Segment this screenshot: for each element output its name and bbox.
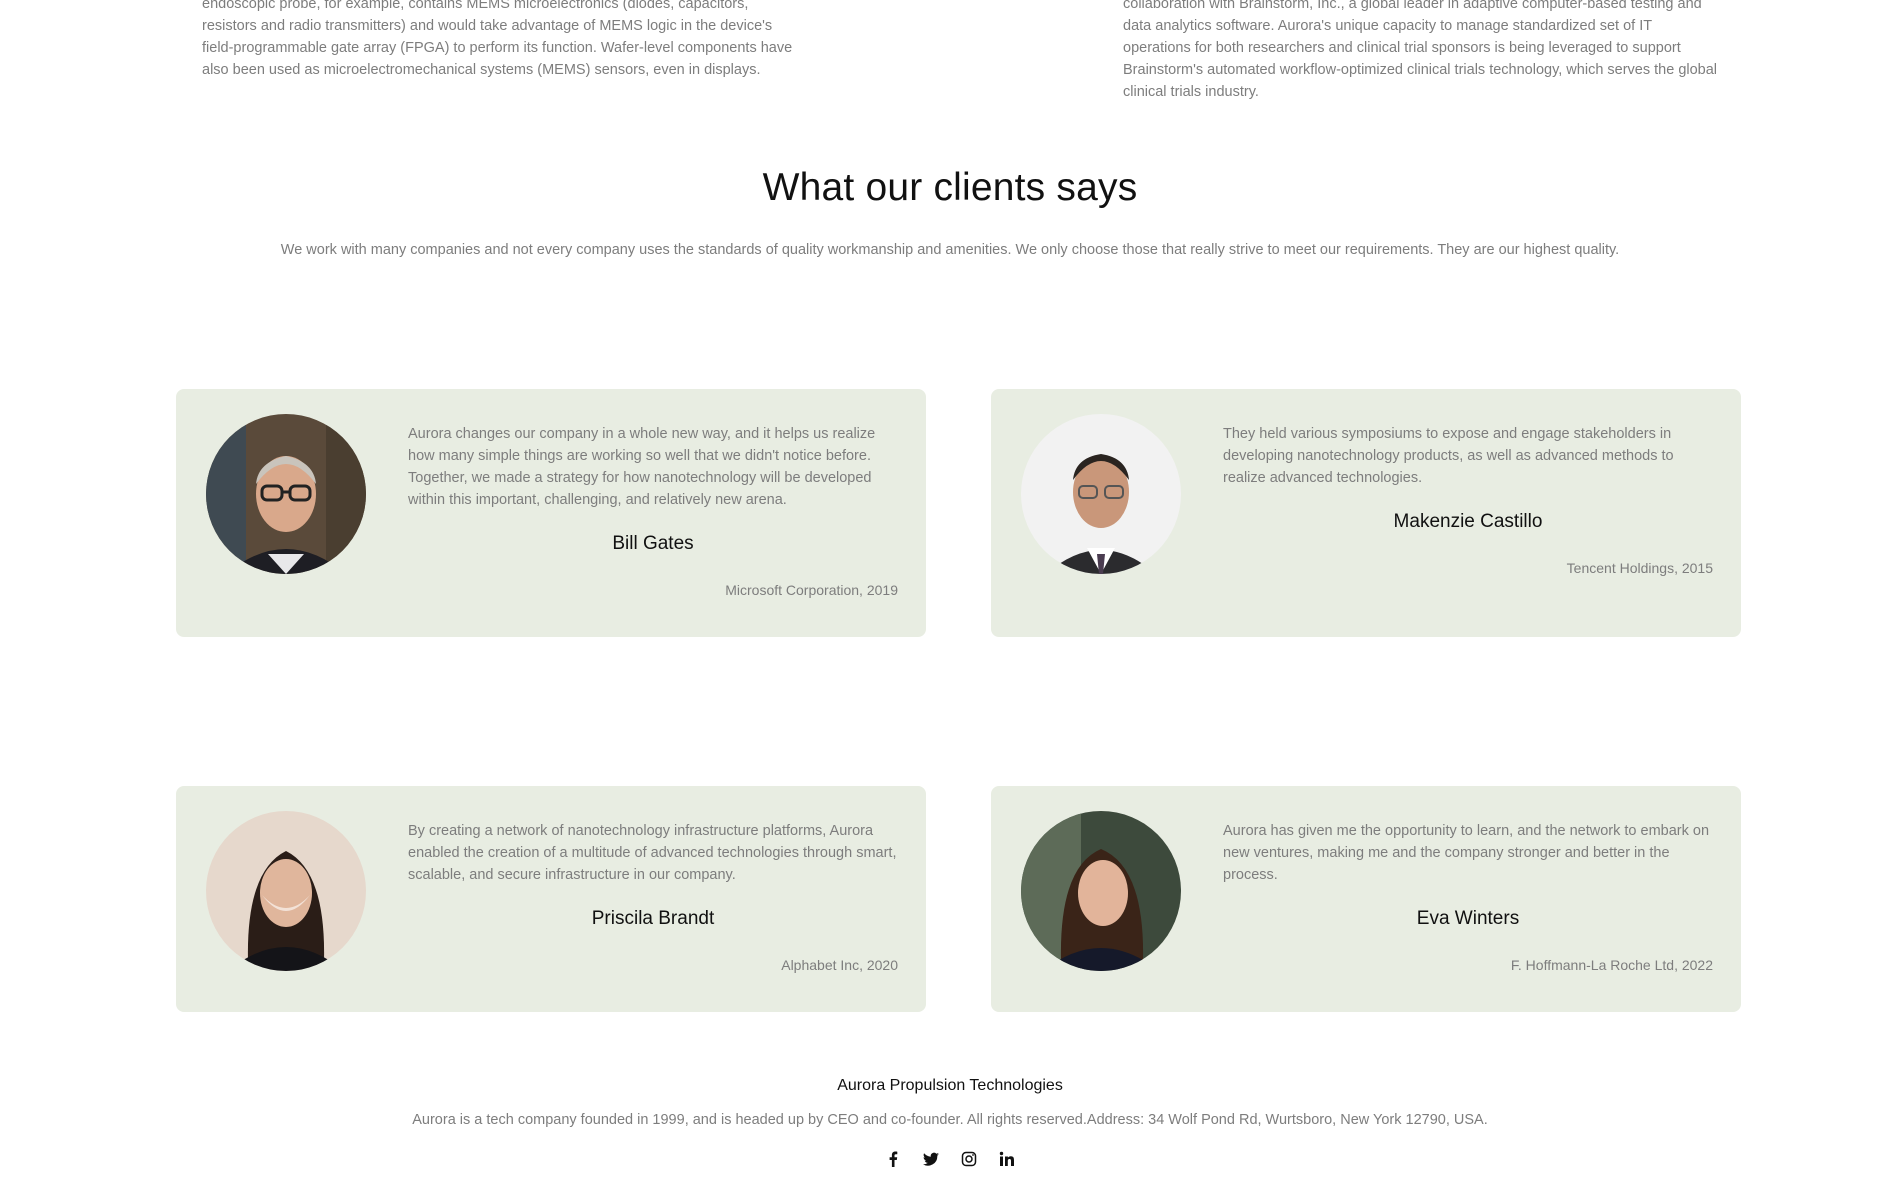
avatar bbox=[1021, 811, 1181, 971]
testimonial-company: Tencent Holdings, 2015 bbox=[1566, 560, 1713, 576]
testimonial-company: Microsoft Corporation, 2019 bbox=[725, 582, 898, 598]
testimonial-card: Aurora has given me the opportunity to l… bbox=[991, 786, 1741, 1012]
testimonials-intro: We work with many companies and not ever… bbox=[280, 242, 1620, 258]
instagram-icon[interactable] bbox=[959, 1149, 979, 1169]
testimonial-name: Eva Winters bbox=[1416, 908, 1520, 929]
testimonial-quote: Aurora has given me the opportunity to l… bbox=[1223, 823, 1710, 883]
linkedin-icon[interactable] bbox=[997, 1149, 1017, 1169]
article-excerpt-text: collaboration with Brainstorm, Inc., a g… bbox=[1123, 0, 1718, 100]
testimonial-name: Priscila Brandt bbox=[591, 908, 715, 929]
footer-company-name: Aurora Propulsion Technologies bbox=[837, 1077, 1063, 1094]
testimonial-name: Makenzie Castillo bbox=[1393, 511, 1543, 532]
article-excerpt-text: endoscopic probe, for example, contains … bbox=[202, 0, 793, 78]
facebook-icon[interactable] bbox=[883, 1149, 903, 1169]
testimonial-quote: They held various symposiums to expose a… bbox=[1223, 426, 1674, 486]
testimonials-heading: What our clients says bbox=[762, 166, 1138, 209]
testimonial-card: By creating a network of nanotechnology … bbox=[176, 786, 926, 1012]
testimonial-company: F. Hoffmann-La Roche Ltd, 2022 bbox=[1510, 957, 1713, 973]
testimonial-name: Bill Gates bbox=[612, 533, 694, 554]
avatar bbox=[206, 811, 366, 971]
testimonial-quote: Aurora changes our company in a whole ne… bbox=[408, 426, 876, 508]
social-links bbox=[0, 1149, 1900, 1169]
article-excerpt-left: endoscopic probe, for example, contains … bbox=[202, 0, 802, 81]
testimonial-quote: By creating a network of nanotechnology … bbox=[408, 823, 897, 883]
testimonial-card: Aurora changes our company in a whole ne… bbox=[176, 389, 926, 637]
avatar bbox=[206, 414, 366, 574]
twitter-icon[interactable] bbox=[921, 1149, 941, 1169]
footer-description: Aurora is a tech company founded in 1999… bbox=[412, 1112, 1488, 1128]
testimonial-card: They held various symposiums to expose a… bbox=[991, 389, 1741, 637]
avatar bbox=[1021, 414, 1181, 574]
testimonial-company: Alphabet Inc, 2020 bbox=[781, 957, 898, 973]
article-excerpt-right: collaboration with Brainstorm, Inc., a g… bbox=[1123, 0, 1723, 103]
